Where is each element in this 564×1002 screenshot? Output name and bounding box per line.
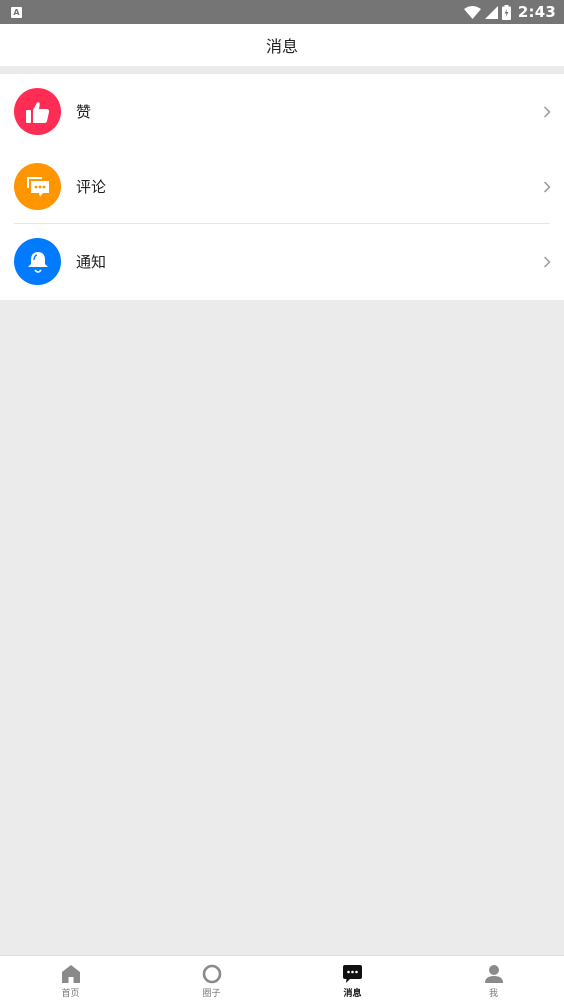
likes-label: 赞: [76, 103, 92, 121]
message-icon: [343, 965, 362, 983]
chevron-right-icon: [543, 255, 551, 268]
list-item-likes[interactable]: 赞: [0, 74, 564, 149]
tab-me-label: 我: [488, 989, 498, 999]
person-icon: [484, 965, 503, 983]
wifi-icon: [463, 5, 481, 19]
status-left: A: [11, 6, 22, 18]
circle-icon: [202, 964, 221, 984]
status-bar: A 2:43: [0, 0, 564, 24]
tab-me[interactable]: 我: [423, 956, 564, 1002]
notifications-label: 通知: [76, 253, 107, 271]
clock: 2:43: [517, 3, 556, 21]
chevron-right-icon: [543, 105, 551, 118]
likes-icon-badge: [14, 88, 61, 135]
tab-home[interactable]: 首页: [0, 956, 141, 1002]
home-icon: [61, 965, 80, 983]
tab-messages[interactable]: 消息: [282, 956, 423, 1002]
thumbs-up-icon: [25, 101, 49, 123]
screen: A 2:43 消息 赞 评论 通知 首页 圈子 消息 我: [0, 0, 564, 1002]
bell-icon: [27, 251, 48, 273]
tab-home-label: 首页: [61, 989, 80, 999]
comments-label: 评论: [76, 178, 107, 196]
title-bar: 消息: [0, 24, 564, 66]
bottom-nav: 首页 圈子 消息 我: [0, 955, 564, 1002]
tab-circle-label: 圈子: [202, 989, 221, 999]
page-title: 消息: [265, 37, 298, 56]
comment-icon: [26, 176, 49, 197]
comments-icon-badge: [14, 163, 61, 210]
tab-messages-label: 消息: [343, 989, 362, 999]
list-item-notifications[interactable]: 通知: [0, 224, 564, 299]
notification-icon: A: [11, 6, 22, 18]
list-item-comments[interactable]: 评论: [0, 149, 564, 224]
notifications-icon-badge: [14, 238, 61, 285]
battery-icon: [501, 4, 511, 20]
tab-circle[interactable]: 圈子: [141, 956, 282, 1002]
chevron-right-icon: [543, 180, 551, 193]
status-right: 2:43: [463, 3, 556, 21]
message-list: 赞 评论 通知: [0, 74, 564, 300]
cell-signal-icon: [484, 5, 498, 19]
